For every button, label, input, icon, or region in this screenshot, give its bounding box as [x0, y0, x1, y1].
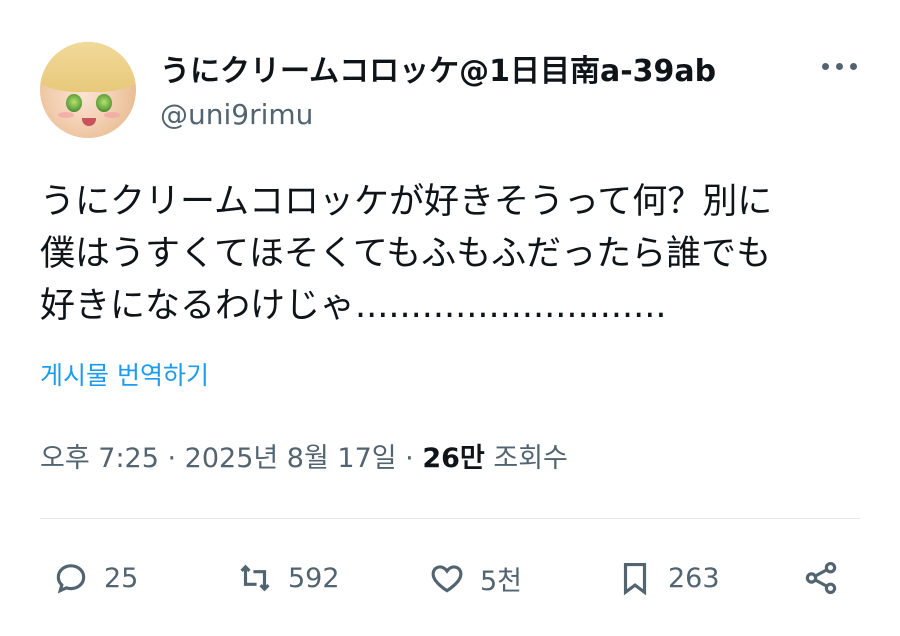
reply-button[interactable]: 25 — [52, 548, 138, 608]
bookmark-button[interactable]: 263 — [616, 548, 720, 608]
tweet-line: うにクリームコロッケが好きそうって何？別に — [40, 182, 773, 222]
like-icon — [431, 565, 463, 593]
tweet-text: うにクリームコロッケが好きそうって何？別に 僕はうすくてほそくてもふもふだったら… — [40, 176, 860, 332]
bookmark-icon — [623, 562, 647, 596]
divider — [40, 518, 860, 519]
retweet-button[interactable]: 592 — [236, 548, 340, 608]
share-button[interactable] — [802, 548, 840, 608]
action-bar: 25 592 5천 263 — [0, 548, 900, 608]
more-icon[interactable] — [820, 50, 860, 80]
tweet-line: 僕はうすくてほそくてもふもふだったら誰でも — [40, 234, 772, 274]
retweet-icon — [240, 564, 270, 592]
reply-icon — [56, 564, 86, 594]
display-name[interactable]: うにクリームコロッケ@1日目南a-39ab — [160, 46, 716, 90]
tweet-date[interactable]: 2025년 8월 17일 — [185, 443, 397, 474]
tweet-time[interactable]: 오후 7:25 — [40, 443, 159, 474]
avatar[interactable] — [40, 42, 136, 138]
retweet-count: 592 — [288, 562, 340, 594]
tweet-line: 好きになるわけじゃ............................ — [40, 286, 667, 326]
share-icon — [805, 562, 837, 594]
bookmark-count: 263 — [668, 562, 720, 594]
tweet-meta: 오후 7:25 · 2025년 8월 17일 · 26만 조회수 — [40, 443, 568, 474]
like-button[interactable]: 5천 — [428, 548, 522, 608]
translate-link[interactable]: 게시물 번역하기 — [40, 356, 209, 392]
user-handle[interactable]: @uni9rimu — [160, 98, 313, 131]
reply-count: 25 — [104, 562, 139, 594]
like-count: 5천 — [480, 565, 523, 597]
views-count[interactable]: 26만 — [422, 443, 484, 474]
views-label: 조회수 — [484, 443, 568, 474]
